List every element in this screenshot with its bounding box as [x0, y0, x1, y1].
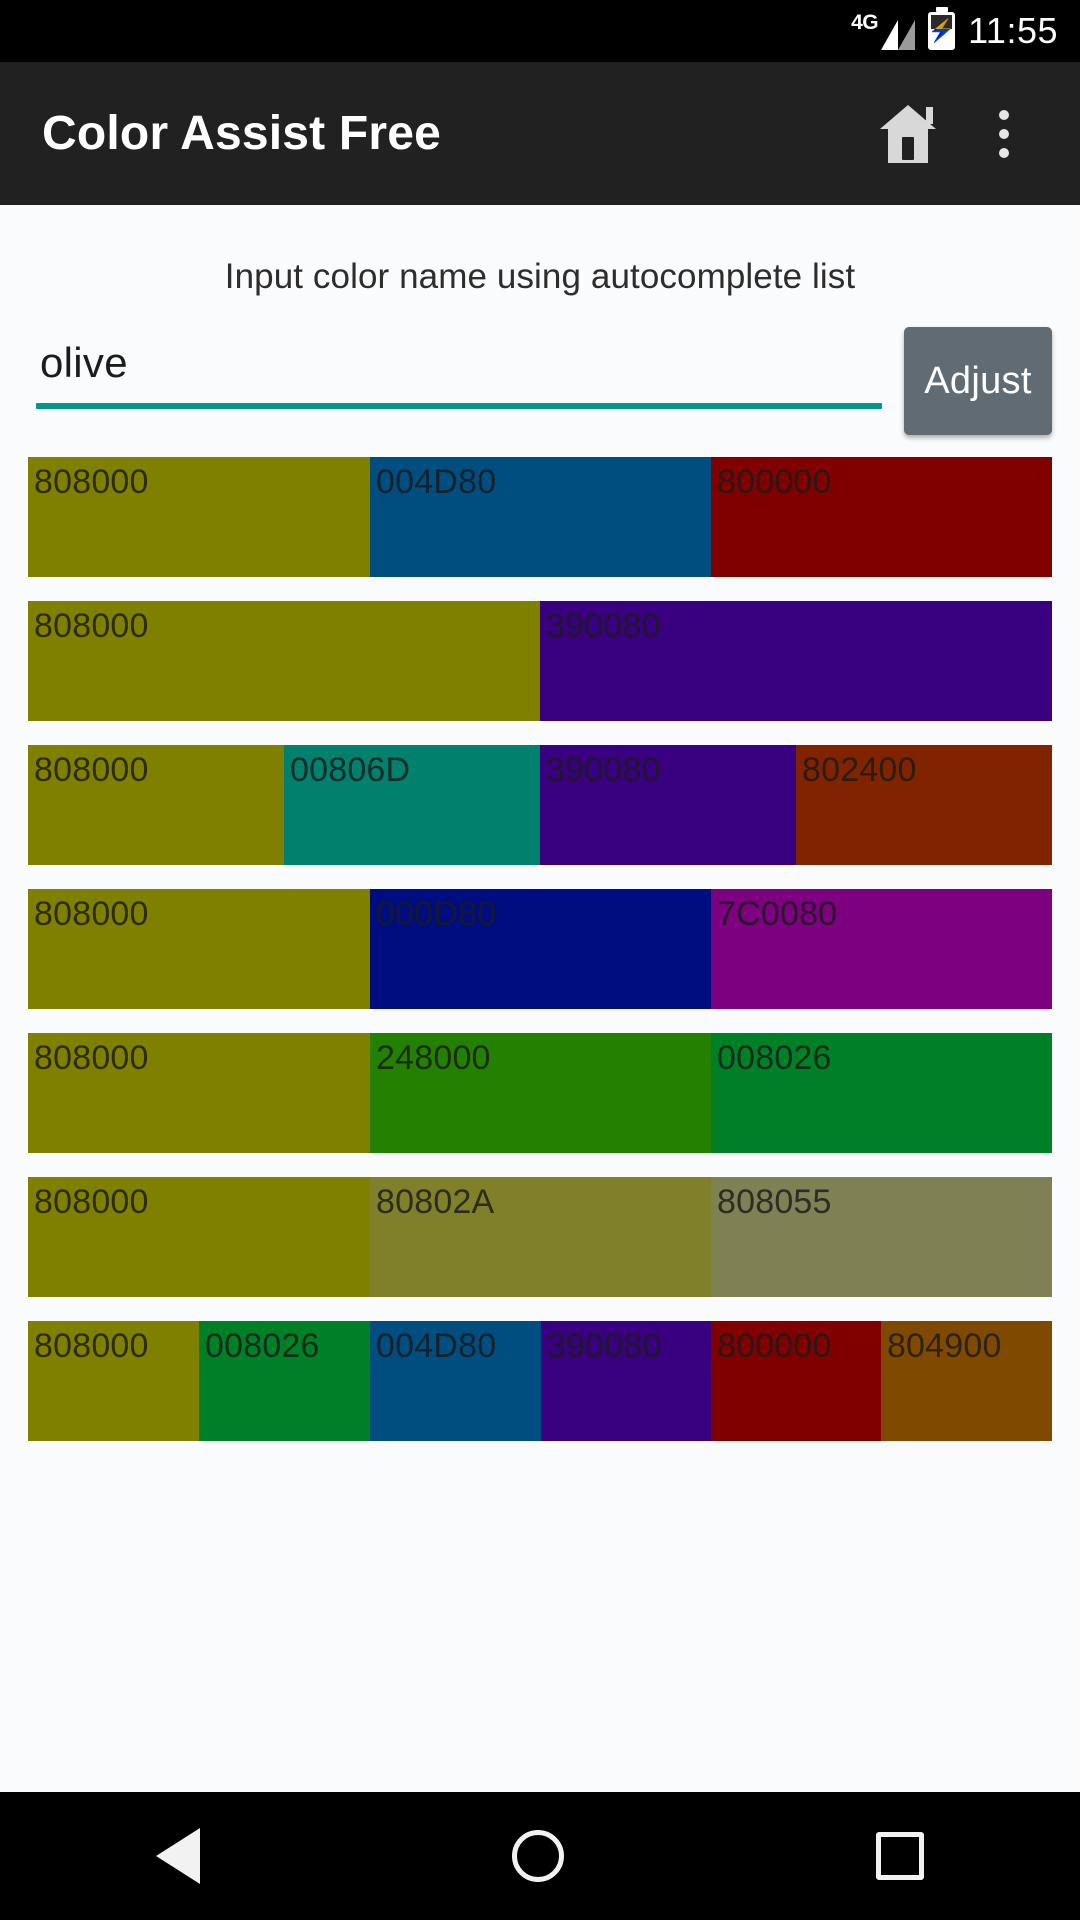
swatch-hex-label: 804900: [886, 1327, 1002, 1365]
color-swatch[interactable]: 248000: [370, 1033, 711, 1153]
swatch-hex-label: 808000: [34, 895, 149, 933]
color-swatch[interactable]: 808000: [28, 889, 371, 1009]
home-button[interactable]: [860, 86, 956, 182]
palette-row[interactable]: 808000 80802A 808055: [28, 1177, 1052, 1297]
app-screen: 4G ⚡ 11:55 Color Assist Free Input color…: [0, 0, 1080, 1920]
back-triangle-icon[interactable]: [156, 1828, 200, 1884]
swatch-hex-label: 390080: [546, 607, 661, 645]
adjust-button[interactable]: Adjust: [904, 327, 1052, 435]
color-swatch[interactable]: 390080: [540, 601, 1052, 721]
color-swatch[interactable]: 00806D: [284, 745, 540, 865]
color-swatch[interactable]: 808000: [28, 457, 371, 577]
overflow-menu-button[interactable]: [956, 86, 1052, 182]
swatch-hex-label: 800000: [717, 463, 832, 501]
swatch-hex-label: 808000: [34, 1327, 149, 1365]
swatch-hex-label: 390080: [546, 751, 661, 789]
swatch-hex-label: 808000: [34, 1039, 149, 1077]
swatch-hex-label: 000D80: [376, 895, 497, 933]
color-swatch[interactable]: 808055: [711, 1177, 1052, 1297]
swatch-hex-label: 802400: [802, 751, 917, 789]
system-nav-bar: [0, 1792, 1080, 1920]
status-bar-clock: 11:55: [968, 10, 1058, 51]
swatch-hex-label: 004D80: [376, 1327, 497, 1365]
color-swatch[interactable]: 808000: [28, 1177, 371, 1297]
color-swatch[interactable]: 800000: [710, 1321, 881, 1441]
swatch-hex-label: 808000: [34, 463, 149, 501]
input-underline: [36, 403, 882, 409]
swatch-hex-label: 004D80: [376, 463, 497, 501]
more-vertical-icon: [999, 109, 1009, 158]
color-swatch[interactable]: 008026: [199, 1321, 370, 1441]
color-swatch[interactable]: 80802A: [370, 1177, 711, 1297]
swatch-hex-label: 808000: [34, 1183, 149, 1221]
home-icon: [877, 104, 939, 163]
signal-bars-icon: [881, 16, 916, 50]
color-swatch[interactable]: 808000: [28, 601, 540, 721]
network-indicator: 4G: [851, 11, 916, 50]
color-swatch[interactable]: 008026: [711, 1033, 1052, 1153]
palette-row[interactable]: 808000 000D80 7C0080: [28, 889, 1052, 1009]
color-swatch[interactable]: 390080: [541, 1321, 711, 1441]
color-name-input[interactable]: olive: [36, 333, 882, 403]
input-hint-label: Input color name using autocomplete list: [224, 257, 856, 296]
home-circle-icon[interactable]: [512, 1830, 564, 1882]
color-swatch[interactable]: 7C0080: [711, 889, 1052, 1009]
palette-row[interactable]: 808000 00806D 390080 802400: [28, 745, 1052, 865]
swatch-hex-label: 808000: [34, 751, 149, 789]
palette-list: 808000 004D80 800000 808000 390080 808000 0080…: [0, 435, 1080, 1441]
swatch-hex-label: 00806D: [290, 751, 411, 789]
color-swatch[interactable]: 802400: [796, 745, 1052, 865]
color-swatch[interactable]: 004D80: [370, 457, 711, 577]
swatch-hex-label: 390080: [547, 1327, 662, 1365]
swatch-hex-label: 248000: [376, 1039, 491, 1077]
swatch-hex-label: 808055: [717, 1183, 832, 1221]
input-row: olive Adjust: [0, 297, 1080, 435]
swatch-hex-label: 008026: [717, 1039, 832, 1077]
swatch-hex-label: 7C0080: [717, 895, 838, 933]
color-swatch[interactable]: 800000: [711, 457, 1052, 577]
color-swatch[interactable]: 808000: [28, 745, 284, 865]
color-swatch[interactable]: 808000: [28, 1033, 371, 1153]
color-swatch[interactable]: 804900: [880, 1321, 1052, 1441]
swatch-hex-label: 808000: [34, 607, 149, 645]
recents-square-icon[interactable]: [876, 1832, 924, 1880]
network-type-label: 4G: [851, 11, 879, 34]
palette-row[interactable]: 808000 008026 004D80 390080 800000 804900: [28, 1321, 1052, 1441]
swatch-hex-label: 008026: [205, 1327, 320, 1365]
main-content: Input color name using autocomplete list…: [0, 205, 1080, 1605]
color-swatch[interactable]: 808000: [28, 1321, 199, 1441]
palette-row[interactable]: 808000 248000 008026: [28, 1033, 1052, 1153]
status-bar: 4G ⚡ 11:55: [0, 0, 1080, 62]
color-name-field[interactable]: olive: [36, 327, 882, 409]
app-title: Color Assist Free: [42, 107, 442, 160]
battery-charging-icon: ⚡: [928, 12, 955, 50]
palette-row[interactable]: 808000 004D80 800000: [28, 457, 1052, 577]
swatch-hex-label: 80802A: [376, 1183, 495, 1221]
palette-row[interactable]: 808000 390080: [28, 601, 1052, 721]
app-bar: Color Assist Free: [0, 62, 1080, 205]
color-swatch[interactable]: 000D80: [370, 889, 711, 1009]
color-swatch[interactable]: 004D80: [370, 1321, 541, 1441]
color-swatch[interactable]: 390080: [540, 745, 796, 865]
swatch-hex-label: 800000: [716, 1327, 832, 1365]
